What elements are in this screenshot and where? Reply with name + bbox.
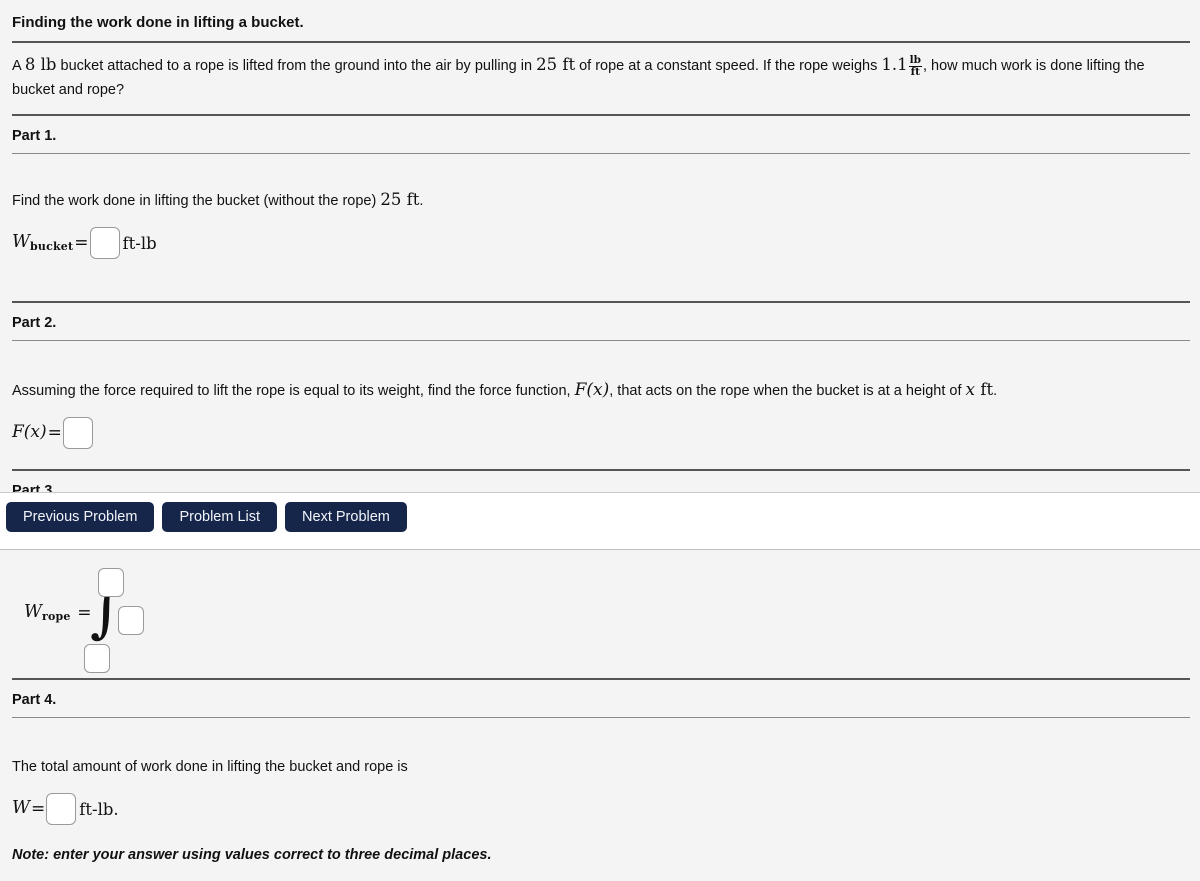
part-4-equals: = — [31, 799, 46, 819]
navigation-buttons: Previous Problem Problem List Next Probl… — [0, 493, 1200, 532]
statement-bucket-weight: 8 lb — [24, 55, 57, 74]
part-4-answer-input[interactable] — [46, 793, 77, 825]
part-1-answer-row: Wbucket= ft-lb — [12, 213, 1190, 265]
wrope-subscript: rope — [42, 610, 71, 623]
part-2-equals: = — [47, 423, 62, 444]
part-1-prompt-text: Find the work done in lifting the bucket… — [12, 193, 381, 210]
part-2-answer-row: F(x)= — [12, 403, 1190, 455]
part-2-height-var: x — [965, 380, 976, 401]
part-2-answer-label: F(x) — [12, 422, 47, 443]
part-2-prompt-text-2: , that acts on the rope when the bucket … — [609, 383, 966, 400]
part-2-heading: Part 2. — [12, 315, 57, 332]
statement-text-1: A — [12, 58, 25, 74]
next-problem-button[interactable]: Next Problem — [285, 502, 407, 532]
part-1-prompt: Find the work done in lifting the bucket… — [12, 154, 1190, 213]
problem-page: Finding the work done in lifting a bucke… — [0, 0, 1200, 881]
statement-rope-density: 1.1 — [881, 55, 908, 74]
part-3-answer-section: Wrope = ∫ Part 4. The total amount of wo… — [0, 552, 1200, 863]
part-4-heading: Part 4. — [12, 692, 57, 708]
part-1-prompt-value: 25 ft — [380, 190, 420, 210]
part-2-force-function: F(x) — [574, 380, 610, 401]
part-1-answer-label: Wbucket — [12, 232, 74, 254]
part-1-heading: Part 1. — [12, 128, 57, 145]
w-subscript: bucket — [30, 240, 74, 254]
part-1-answer-input[interactable] — [89, 227, 120, 260]
part-3-integrand-input[interactable] — [118, 606, 144, 635]
part-3-lower-limit-input[interactable] — [84, 644, 110, 673]
part-3-answer-label: Wrope = — [24, 602, 92, 623]
statement-text-2: bucket attached to a rope is lifted from… — [56, 58, 537, 74]
page-content: Finding the work done in lifting a bucke… — [0, 0, 1200, 510]
part-4-prompt: The total amount of work done in lifting… — [12, 759, 408, 775]
w-symbol: W — [12, 232, 30, 253]
density-unit-numerator: lb — [909, 53, 921, 66]
part-1-spacer — [12, 265, 1190, 301]
part-4-unit: ft-lb. — [79, 799, 119, 819]
part-2-spacer — [12, 455, 1190, 469]
density-unit-denominator: ft — [908, 66, 922, 78]
part-2-prompt-period: . — [993, 383, 998, 400]
wrope-symbol: W — [24, 602, 42, 622]
part-3-integral-block: Wrope = ∫ — [12, 558, 1200, 678]
part-1-prompt-period: . — [419, 193, 424, 210]
navigation-bar: Previous Problem Problem List Next Probl… — [0, 492, 1200, 550]
density-unit-fraction: lb ft — [908, 53, 922, 79]
part-3-upper-limit-input[interactable] — [98, 568, 124, 597]
problem-list-button[interactable]: Problem List — [162, 502, 278, 532]
statement-rope-length: 25 ft — [536, 55, 576, 74]
part-4-answer-label: W — [12, 797, 30, 818]
part-2-prompt-text-1: Assuming the force required to lift the … — [12, 383, 575, 400]
statement-text-3: of rope at a constant speed. If the rope… — [575, 58, 882, 74]
part-4-note: Note: enter your answer using values cor… — [12, 847, 492, 863]
problem-title: Finding the work done in lifting a bucke… — [12, 14, 304, 31]
part-2-answer-input[interactable] — [62, 417, 93, 450]
part-1-equals: = — [74, 233, 89, 254]
part-2-prompt: Assuming the force required to lift the … — [12, 341, 1190, 403]
part-1-unit: ft-lb — [122, 233, 157, 253]
part-2-height-unit: ft — [975, 380, 994, 400]
part-4-answer-row: W= ft-lb. — [12, 779, 1200, 831]
previous-problem-button[interactable]: Previous Problem — [6, 502, 155, 532]
problem-statement: A 8 lb bucket attached to a rope is lift… — [12, 43, 1190, 104]
